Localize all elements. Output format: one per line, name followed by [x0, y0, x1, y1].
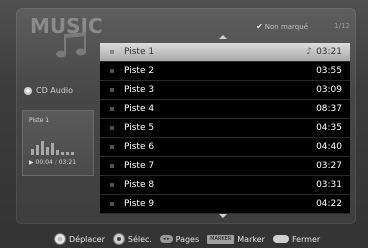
track-row[interactable]: Piste 9 04:22 — [100, 195, 350, 214]
elapsed-time: 00:04 — [35, 159, 53, 166]
bullet-icon — [110, 183, 114, 187]
checkmark-icon: ✔ — [256, 22, 263, 31]
help-move: Déplacer — [54, 233, 105, 245]
help-marker: MARKER Marker — [207, 234, 265, 244]
scroll-up-arrow-icon[interactable] — [219, 35, 227, 39]
track-name: Piste 3 — [124, 85, 155, 95]
bullet-icon — [110, 107, 114, 111]
track-duration: 03:21 — [316, 47, 342, 57]
source-label-text: CD Audio — [36, 86, 74, 95]
total-time: 03:21 — [58, 159, 77, 166]
bullet-icon — [110, 202, 114, 206]
bullet-icon — [110, 50, 114, 54]
playing-note-icon: ♪ — [306, 47, 312, 57]
now-playing-panel: Piste 1 ▶ 00:04 / 03:21 — [22, 110, 94, 176]
help-close-label: Fermer — [291, 234, 321, 244]
help-select: Sélec. — [112, 233, 152, 245]
help-select-label: Sélec. — [127, 234, 152, 244]
ok-button-icon — [112, 233, 125, 245]
track-duration: 08:37 — [316, 104, 342, 114]
help-close: Fermer — [272, 234, 321, 244]
screen: MUSIC ✔ Non marqué 1/12 CD Audio Piste 1 … — [0, 0, 368, 248]
track-duration: 04:22 — [316, 199, 342, 209]
track-name: Piste 8 — [124, 180, 155, 190]
music-notes-icon — [56, 32, 86, 58]
bullet-icon — [110, 88, 114, 92]
track-row[interactable]: Piste 6 04:40 — [100, 138, 350, 157]
help-move-label: Déplacer — [69, 234, 105, 244]
now-playing-track: Piste 1 — [29, 117, 50, 124]
track-name: Piste 6 — [124, 142, 155, 152]
now-playing-time: ▶ 00:04 / 03:21 — [29, 159, 77, 166]
play-icon: ▶ — [29, 159, 34, 166]
track-row[interactable]: Piste 5 04:35 — [100, 119, 350, 138]
track-duration: 03:31 — [316, 180, 342, 190]
track-duration: 03:27 — [316, 161, 342, 171]
track-name: Piste 5 — [124, 123, 155, 133]
track-row[interactable]: Piste 8 03:31 — [100, 176, 350, 195]
help-marker-label: Marker — [237, 234, 265, 244]
track-duration: 03:09 — [316, 85, 342, 95]
track-name: Piste 7 — [124, 161, 155, 171]
track-name: Piste 1 — [124, 47, 155, 57]
page-buttons-icon: ◂ ▸ — [160, 235, 173, 243]
track-name: Piste 4 — [124, 104, 155, 114]
track-duration: 04:35 — [316, 123, 342, 133]
source-label: CD Audio — [24, 86, 73, 95]
track-row[interactable]: Piste 3 03:09 — [100, 81, 350, 100]
bullet-icon — [110, 145, 114, 149]
return-button-icon — [272, 235, 289, 243]
marked-legend-label: Non marqué — [264, 23, 308, 31]
track-name: Piste 9 — [124, 199, 155, 209]
track-row[interactable]: Piste 1 ♪ 03:21 — [100, 43, 350, 62]
bullet-icon — [110, 126, 114, 130]
marker-key-icon: MARKER — [207, 234, 235, 244]
equalizer-icon — [31, 137, 74, 155]
scroll-down-arrow-icon[interactable] — [219, 214, 227, 218]
track-duration: 04:40 — [316, 142, 342, 152]
bullet-icon — [110, 69, 114, 73]
track-list: Piste 1 ♪ 03:21 Piste 2 03:55 Piste 3 03… — [100, 43, 350, 214]
track-row[interactable]: Piste 7 03:27 — [100, 157, 350, 176]
direction-pad-icon — [54, 233, 66, 245]
marked-legend: ✔ Non marqué — [256, 22, 308, 31]
footer-help-bar: Déplacer Sélec. ◂ ▸ Pages MARKER Marker … — [0, 230, 368, 248]
help-pages-label: Pages — [175, 234, 200, 244]
page-counter: 1/12 — [334, 22, 350, 30]
track-row[interactable]: Piste 4 08:37 — [100, 100, 350, 119]
track-duration: 03:55 — [316, 66, 342, 76]
help-pages: ◂ ▸ Pages — [160, 235, 199, 244]
track-name: Piste 2 — [124, 66, 155, 76]
bullet-icon — [110, 164, 114, 168]
disc-icon — [24, 86, 32, 95]
track-row[interactable]: Piste 2 03:55 — [100, 62, 350, 81]
